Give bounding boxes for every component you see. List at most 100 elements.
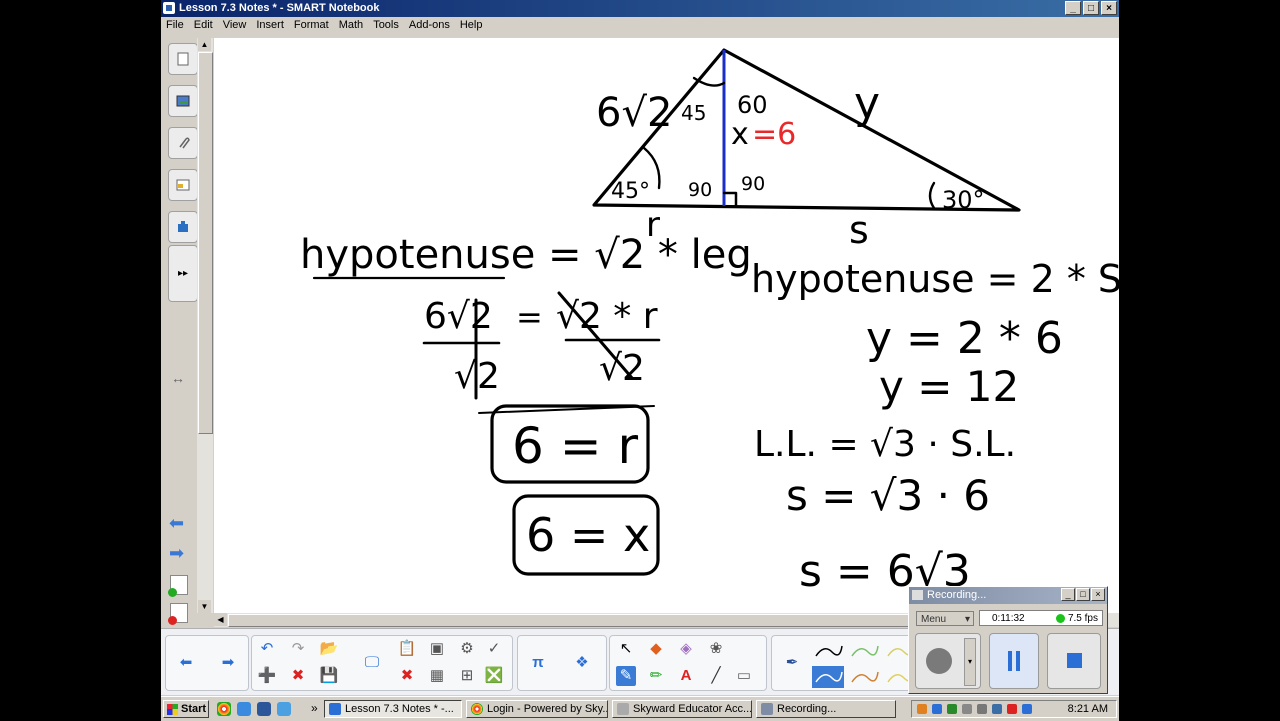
quicklaunch-icon[interactable] <box>277 702 291 716</box>
taskbar-more-icon[interactable]: » <box>311 701 318 715</box>
minimize-button[interactable]: _ <box>1065 1 1081 15</box>
task-login[interactable]: Login - Powered by Sky... <box>466 700 608 718</box>
scroll-left-icon[interactable]: ◀ <box>214 613 227 626</box>
right-line-1: hypotenuse = 2 * S.L. <box>751 257 1119 301</box>
record-button[interactable]: ▾ <box>915 633 981 689</box>
fountain-pen-icon[interactable]: ✒ <box>782 653 802 673</box>
open-icon[interactable]: 📂 <box>319 639 339 659</box>
close-button[interactable]: × <box>1101 1 1117 15</box>
menu-math[interactable]: Math <box>334 17 368 31</box>
document-camera-icon[interactable]: ⚙ <box>457 639 477 659</box>
add-page-side-icon[interactable] <box>168 575 188 597</box>
menu-format[interactable]: Format <box>289 17 334 31</box>
windows-logo-icon <box>167 703 178 715</box>
tab-properties[interactable] <box>168 169 198 201</box>
delete-page-icon[interactable]: ✖ <box>288 666 308 686</box>
stop-button[interactable] <box>1047 633 1101 689</box>
menu-insert[interactable]: Insert <box>251 17 289 31</box>
recorder-title: Recording... <box>927 589 987 601</box>
delete-page-side-icon[interactable] <box>168 603 188 625</box>
recorder-minimize-button[interactable]: _ <box>1061 588 1075 601</box>
volume-icon[interactable] <box>977 704 987 714</box>
vertical-scrollbar[interactable]: ▲ ▼ <box>197 38 213 613</box>
horizontal-scroll-thumb[interactable] <box>228 614 970 627</box>
eraser-icon[interactable]: ▭ <box>734 666 754 686</box>
eraser-shape-icon[interactable]: ◈ <box>676 639 696 659</box>
network-icon[interactable] <box>947 704 957 714</box>
addon-icon[interactable]: ❖ <box>572 653 592 673</box>
screen-icon[interactable]: 🖵 <box>362 653 382 673</box>
word-icon[interactable] <box>257 702 271 716</box>
fill-icon[interactable]: ◆ <box>646 639 666 659</box>
table-icon[interactable]: ⊞ <box>457 666 477 686</box>
sidebar-resize-icon[interactable]: ↔ <box>171 370 185 386</box>
skyward-icon <box>617 703 629 715</box>
math-icon[interactable]: π <box>528 653 548 673</box>
task-skyward[interactable]: Skyward Educator Acc... <box>612 700 752 718</box>
pen-style-2[interactable] <box>848 640 880 662</box>
tab-page-sorter[interactable] <box>168 43 198 75</box>
task-smart-notebook[interactable]: Lesson 7.3 Notes * -... <box>324 700 462 718</box>
tray-icon-7[interactable] <box>1007 704 1017 714</box>
recorder-menu-dropdown[interactable]: Menu ▾ <box>916 611 974 626</box>
line-icon[interactable]: ╱ <box>706 666 726 686</box>
media-icon[interactable] <box>1022 704 1032 714</box>
task-recording[interactable]: Recording... <box>756 700 896 718</box>
menu-help[interactable]: Help <box>455 17 488 31</box>
sidebar-expand-handle[interactable]: ▸▸ <box>168 245 198 302</box>
delete-icon[interactable]: ✖ <box>397 666 417 686</box>
recorder-maximize-button[interactable]: □ <box>1076 588 1090 601</box>
tab-addons[interactable] <box>168 211 198 243</box>
previous-page-icon[interactable]: ⬅ <box>169 513 184 534</box>
redo-icon[interactable]: ↷ <box>288 639 308 659</box>
close-doc-icon[interactable]: ❎ <box>484 666 504 686</box>
spelling-icon[interactable]: ✓ <box>484 639 504 659</box>
task-label-4: Recording... <box>777 703 837 715</box>
maximize-button[interactable]: □ <box>1083 1 1099 15</box>
tab-attachments[interactable] <box>168 127 198 159</box>
left-fraction-left-numerator: 6√2 <box>424 296 493 337</box>
scroll-down-icon[interactable]: ▼ <box>198 600 211 613</box>
recorder-close-button[interactable]: × <box>1091 588 1105 601</box>
bluetooth-icon[interactable] <box>932 704 942 714</box>
pause-button[interactable] <box>989 633 1039 689</box>
screen-shade-icon[interactable]: ▣ <box>427 639 447 659</box>
record-options-icon[interactable]: ▾ <box>964 638 976 686</box>
whiteboard-canvas[interactable]: 6√2 45 60 y x =6 45° 90 90 30° r s hypot… <box>214 38 1119 613</box>
menu-bar: File Edit View Insert Format Math Tools Add-ons… <box>161 17 1119 35</box>
answer-r: 6 = r <box>512 417 638 475</box>
next-page-icon[interactable]: ➡ <box>169 543 184 564</box>
title-bar[interactable]: Lesson 7.3 Notes * - SMART Notebook _ □ … <box>161 0 1119 17</box>
scroll-up-icon[interactable]: ▲ <box>198 38 211 51</box>
chrome-icon[interactable] <box>217 702 231 716</box>
menu-edit[interactable]: Edit <box>189 17 218 31</box>
paste-icon[interactable]: 📋 <box>397 639 417 659</box>
menu-addons[interactable]: Add-ons <box>404 17 455 31</box>
save-icon[interactable]: 💾 <box>319 666 339 686</box>
forward-icon[interactable]: ➡ <box>218 653 238 673</box>
creative-pen-icon[interactable]: ✏ <box>646 666 666 686</box>
label-side-y: y <box>854 78 880 129</box>
menu-view[interactable]: View <box>218 17 252 31</box>
scroll-thumb[interactable] <box>198 52 213 434</box>
pen-style-4-selected[interactable] <box>812 666 844 688</box>
insert-table-icon[interactable]: ▦ <box>427 666 447 686</box>
magic-pen-icon[interactable]: ❀ <box>706 639 726 659</box>
back-icon[interactable]: ⬅ <box>176 653 196 673</box>
text-icon[interactable]: A <box>676 666 696 686</box>
select-icon[interactable]: ↖ <box>616 639 636 659</box>
internet-explorer-icon[interactable] <box>237 702 251 716</box>
start-button[interactable]: Start <box>163 700 209 718</box>
tray-icon-1[interactable] <box>917 704 927 714</box>
add-page-icon[interactable]: ➕ <box>257 666 277 686</box>
pen-style-1[interactable] <box>812 640 844 662</box>
tray-icon-6[interactable] <box>992 704 1002 714</box>
tray-icon-4[interactable] <box>962 704 972 714</box>
pen-style-5[interactable] <box>848 666 880 688</box>
undo-icon[interactable]: ↶ <box>257 639 277 659</box>
recorder-title-bar[interactable]: Recording... _ □ × <box>909 587 1107 604</box>
pen-icon[interactable]: ✎ <box>616 666 636 686</box>
menu-file[interactable]: File <box>161 17 189 31</box>
tab-gallery[interactable] <box>168 85 198 117</box>
menu-tools[interactable]: Tools <box>368 17 404 31</box>
